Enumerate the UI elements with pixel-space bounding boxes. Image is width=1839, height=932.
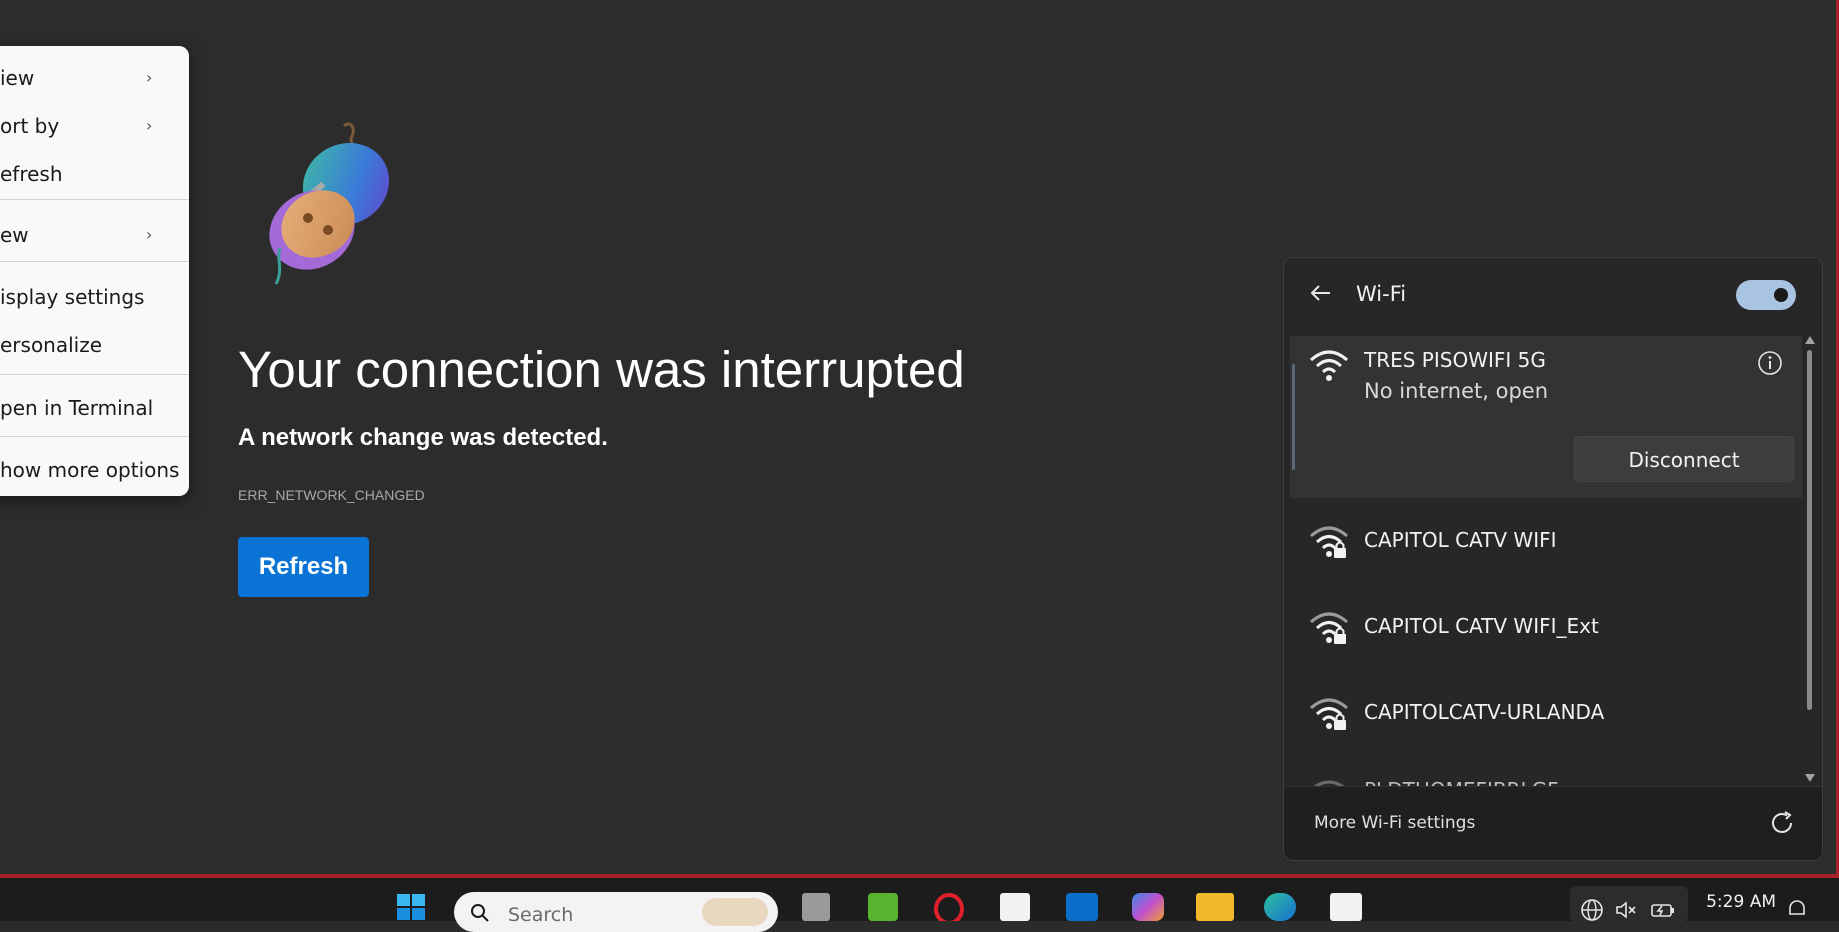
toggle-knob (1774, 288, 1788, 302)
scrollbar-thumb[interactable] (1807, 350, 1812, 710)
refresh-icon[interactable] (1768, 809, 1796, 837)
taskbar: Search 5:29 AM (0, 878, 1839, 932)
error-subtitle: A network change was detected. (238, 424, 608, 451)
globe-icon (1581, 899, 1603, 921)
network-name: TRES PISOWIFI 5G (1364, 348, 1546, 372)
network-item[interactable]: CAPITOL CATV WIFI (1290, 498, 1802, 584)
network-name: CAPITOLCATV-URLANDA (1364, 700, 1605, 724)
volume-muted-icon (1616, 901, 1636, 919)
chevron-right-icon: › (146, 116, 153, 135)
wifi-signal-icon (1310, 350, 1348, 381)
connected-network[interactable]: TRES PISOWIFI 5G No internet, open Disco… (1290, 336, 1802, 498)
unplugged-plug-icon (269, 122, 390, 285)
menu-item-refresh[interactable]: efresh (0, 156, 63, 192)
info-icon[interactable] (1757, 350, 1783, 376)
wifi-toggle[interactable] (1736, 280, 1796, 310)
system-tray[interactable] (1570, 886, 1688, 922)
task-view-icon[interactable] (802, 893, 830, 921)
menu-item-display-settings[interactable]: isplay settings (0, 279, 144, 315)
scroll-up-arrow-icon[interactable] (1805, 336, 1815, 344)
network-name: CAPITOL CATV WIFI_Ext (1364, 614, 1599, 638)
menu-divider (0, 261, 189, 262)
network-name: PLDTHOMEFIBRLGF (1364, 778, 1559, 786)
scroll-down-arrow-icon[interactable] (1805, 774, 1815, 782)
app-green-icon[interactable] (868, 893, 898, 921)
network-item[interactable]: CAPITOL CATV WIFI_Ext (1290, 584, 1802, 670)
windows-start-icon[interactable] (396, 893, 426, 921)
menu-item-view[interactable]: iew (0, 60, 34, 96)
copilot-icon[interactable] (1132, 893, 1164, 921)
menu-divider (0, 199, 189, 200)
menu-divider (0, 374, 189, 375)
battery-charging-icon (1651, 904, 1674, 917)
roblox-icon[interactable] (1000, 893, 1030, 921)
refresh-button[interactable]: Refresh (238, 537, 369, 597)
disconnect-button[interactable]: Disconnect (1574, 436, 1794, 482)
search-placeholder: Search (508, 904, 574, 926)
opera-icon[interactable] (934, 893, 964, 921)
network-status: No internet, open (1364, 379, 1549, 403)
notification-bell-icon[interactable] (1786, 898, 1808, 920)
more-wifi-settings-link[interactable]: More Wi-Fi settings (1314, 813, 1475, 833)
search-icon (471, 904, 489, 922)
menu-divider (0, 436, 189, 437)
chevron-right-icon: › (146, 68, 153, 87)
taskbar-clock[interactable]: 5:29 AM (1696, 892, 1776, 912)
search-highlight-image (702, 898, 768, 926)
network-name: CAPITOL CATV WIFI (1364, 528, 1557, 552)
outlook-icon[interactable] (1066, 893, 1098, 921)
network-list-scrollbar[interactable] (1804, 336, 1815, 786)
browser-page: iew › ort by › efresh ew › isplay settin… (0, 0, 1839, 932)
menu-item-new[interactable]: ew (0, 217, 29, 253)
edge-icon[interactable] (1264, 893, 1296, 921)
wifi-secured-icon (1310, 612, 1348, 644)
error-code: ERR_NETWORK_CHANGED (238, 487, 425, 503)
menu-item-open-in-terminal[interactable]: pen in Terminal (0, 390, 153, 426)
wifi-panel-title: Wi-Fi (1356, 282, 1407, 306)
menu-item-show-more-options[interactable]: how more options (0, 452, 179, 488)
menu-item-personalize[interactable]: ersonalize (0, 327, 102, 363)
desktop-context-menu: iew › ort by › efresh ew › isplay settin… (0, 46, 189, 496)
microsoft-store-icon[interactable] (1330, 893, 1362, 921)
active-indicator (1292, 364, 1295, 470)
network-item[interactable]: CAPITOLCATV-URLANDA (1290, 670, 1802, 756)
error-title: Your connection was interrupted (238, 341, 965, 398)
network-item[interactable]: PLDTHOMEFIBRLGF (1290, 756, 1802, 786)
network-list: TRES PISOWIFI 5G No internet, open Disco… (1290, 336, 1802, 786)
wifi-secured-icon (1310, 526, 1348, 558)
taskbar-search[interactable]: Search (454, 892, 778, 932)
wifi-secured-icon (1313, 780, 1345, 786)
chevron-right-icon: › (146, 225, 153, 244)
file-explorer-icon[interactable] (1196, 893, 1234, 921)
wifi-secured-icon (1310, 698, 1348, 730)
back-arrow-icon[interactable] (1308, 280, 1334, 306)
wifi-flyout-footer: More Wi-Fi settings (1284, 786, 1822, 860)
menu-item-sort-by[interactable]: ort by (0, 108, 59, 144)
wifi-flyout: Wi-Fi TRES PISOWIFI 5G No internet, open (1283, 257, 1823, 861)
